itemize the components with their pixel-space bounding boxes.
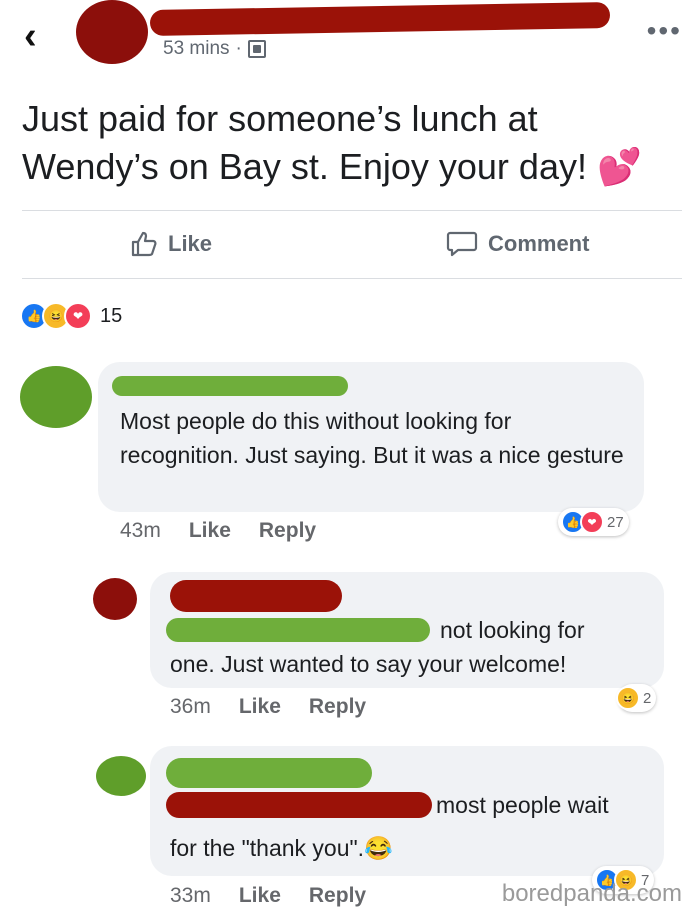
- love-reaction-icon: ❤: [64, 302, 92, 330]
- comment-reaction-count: 2: [643, 689, 652, 707]
- comment-meta: 36m Like Reply: [170, 695, 366, 719]
- redacted-text: [166, 618, 430, 642]
- avatar[interactable]: [20, 366, 92, 428]
- avatar[interactable]: [96, 756, 146, 796]
- comment-time: 33m: [170, 884, 211, 907]
- comment-text: most people wait: [436, 792, 609, 818]
- comment-text: one. Just wanted to say your welcome!: [170, 651, 567, 677]
- watermark: boredpanda.com: [501, 880, 682, 907]
- comment-text: for the "thank you".😂: [170, 835, 393, 861]
- ellipsis-icon[interactable]: •••: [647, 17, 682, 45]
- comment-like-button[interactable]: Like: [189, 519, 231, 543]
- comment-reply-button[interactable]: Reply: [259, 519, 316, 543]
- comment-reactions[interactable]: 👍 ❤ 27: [558, 508, 629, 536]
- comment-meta: 33m Like Reply: [170, 884, 366, 908]
- comment-meta: 43m Like Reply: [120, 519, 316, 543]
- redacted-name: [170, 580, 342, 612]
- friends-icon: [247, 40, 266, 58]
- thumbs-up-icon: [131, 231, 157, 257]
- avatar[interactable]: [93, 578, 137, 620]
- post-time: 53 mins: [163, 38, 230, 59]
- comment-like-button[interactable]: Like: [239, 695, 281, 719]
- comment-label: Comment: [488, 231, 590, 256]
- redacted-text: [166, 792, 432, 818]
- meta-separator: ·: [235, 38, 242, 59]
- comment-reactions[interactable]: 😆 2: [616, 684, 657, 712]
- comment-text: Most people do this without looking for …: [120, 408, 624, 468]
- like-button[interactable]: Like: [130, 230, 212, 258]
- redacted-name: [166, 758, 372, 788]
- post-text: Just paid for someone’s lunch at Wendy’s…: [22, 98, 642, 187]
- divider: [22, 210, 682, 211]
- avatar[interactable]: [76, 0, 148, 64]
- comment-reply-button[interactable]: Reply: [309, 695, 366, 719]
- post-meta: 53 mins ·: [163, 38, 266, 60]
- back-chevron-icon[interactable]: ‹: [24, 17, 37, 55]
- comment-reply-button[interactable]: Reply: [309, 884, 366, 908]
- comment-like-button[interactable]: Like: [239, 884, 281, 908]
- divider: [22, 278, 682, 279]
- love-reaction-icon: ❤: [580, 510, 604, 534]
- comment-time: 43m: [120, 519, 161, 542]
- comment-time: 36m: [170, 695, 211, 718]
- redacted-name: [149, 1, 611, 37]
- redacted-name: [112, 376, 348, 396]
- comment-reaction-count: 27: [607, 513, 624, 531]
- comment-button[interactable]: Comment: [446, 230, 589, 258]
- comment-text: not looking for: [440, 617, 585, 643]
- reactions-summary[interactable]: 👍 😆 ❤ 15: [20, 302, 122, 330]
- comment-icon: [446, 231, 478, 257]
- reaction-count: 15: [100, 304, 123, 327]
- haha-reaction-icon: 😆: [616, 686, 640, 710]
- like-label: Like: [168, 231, 213, 256]
